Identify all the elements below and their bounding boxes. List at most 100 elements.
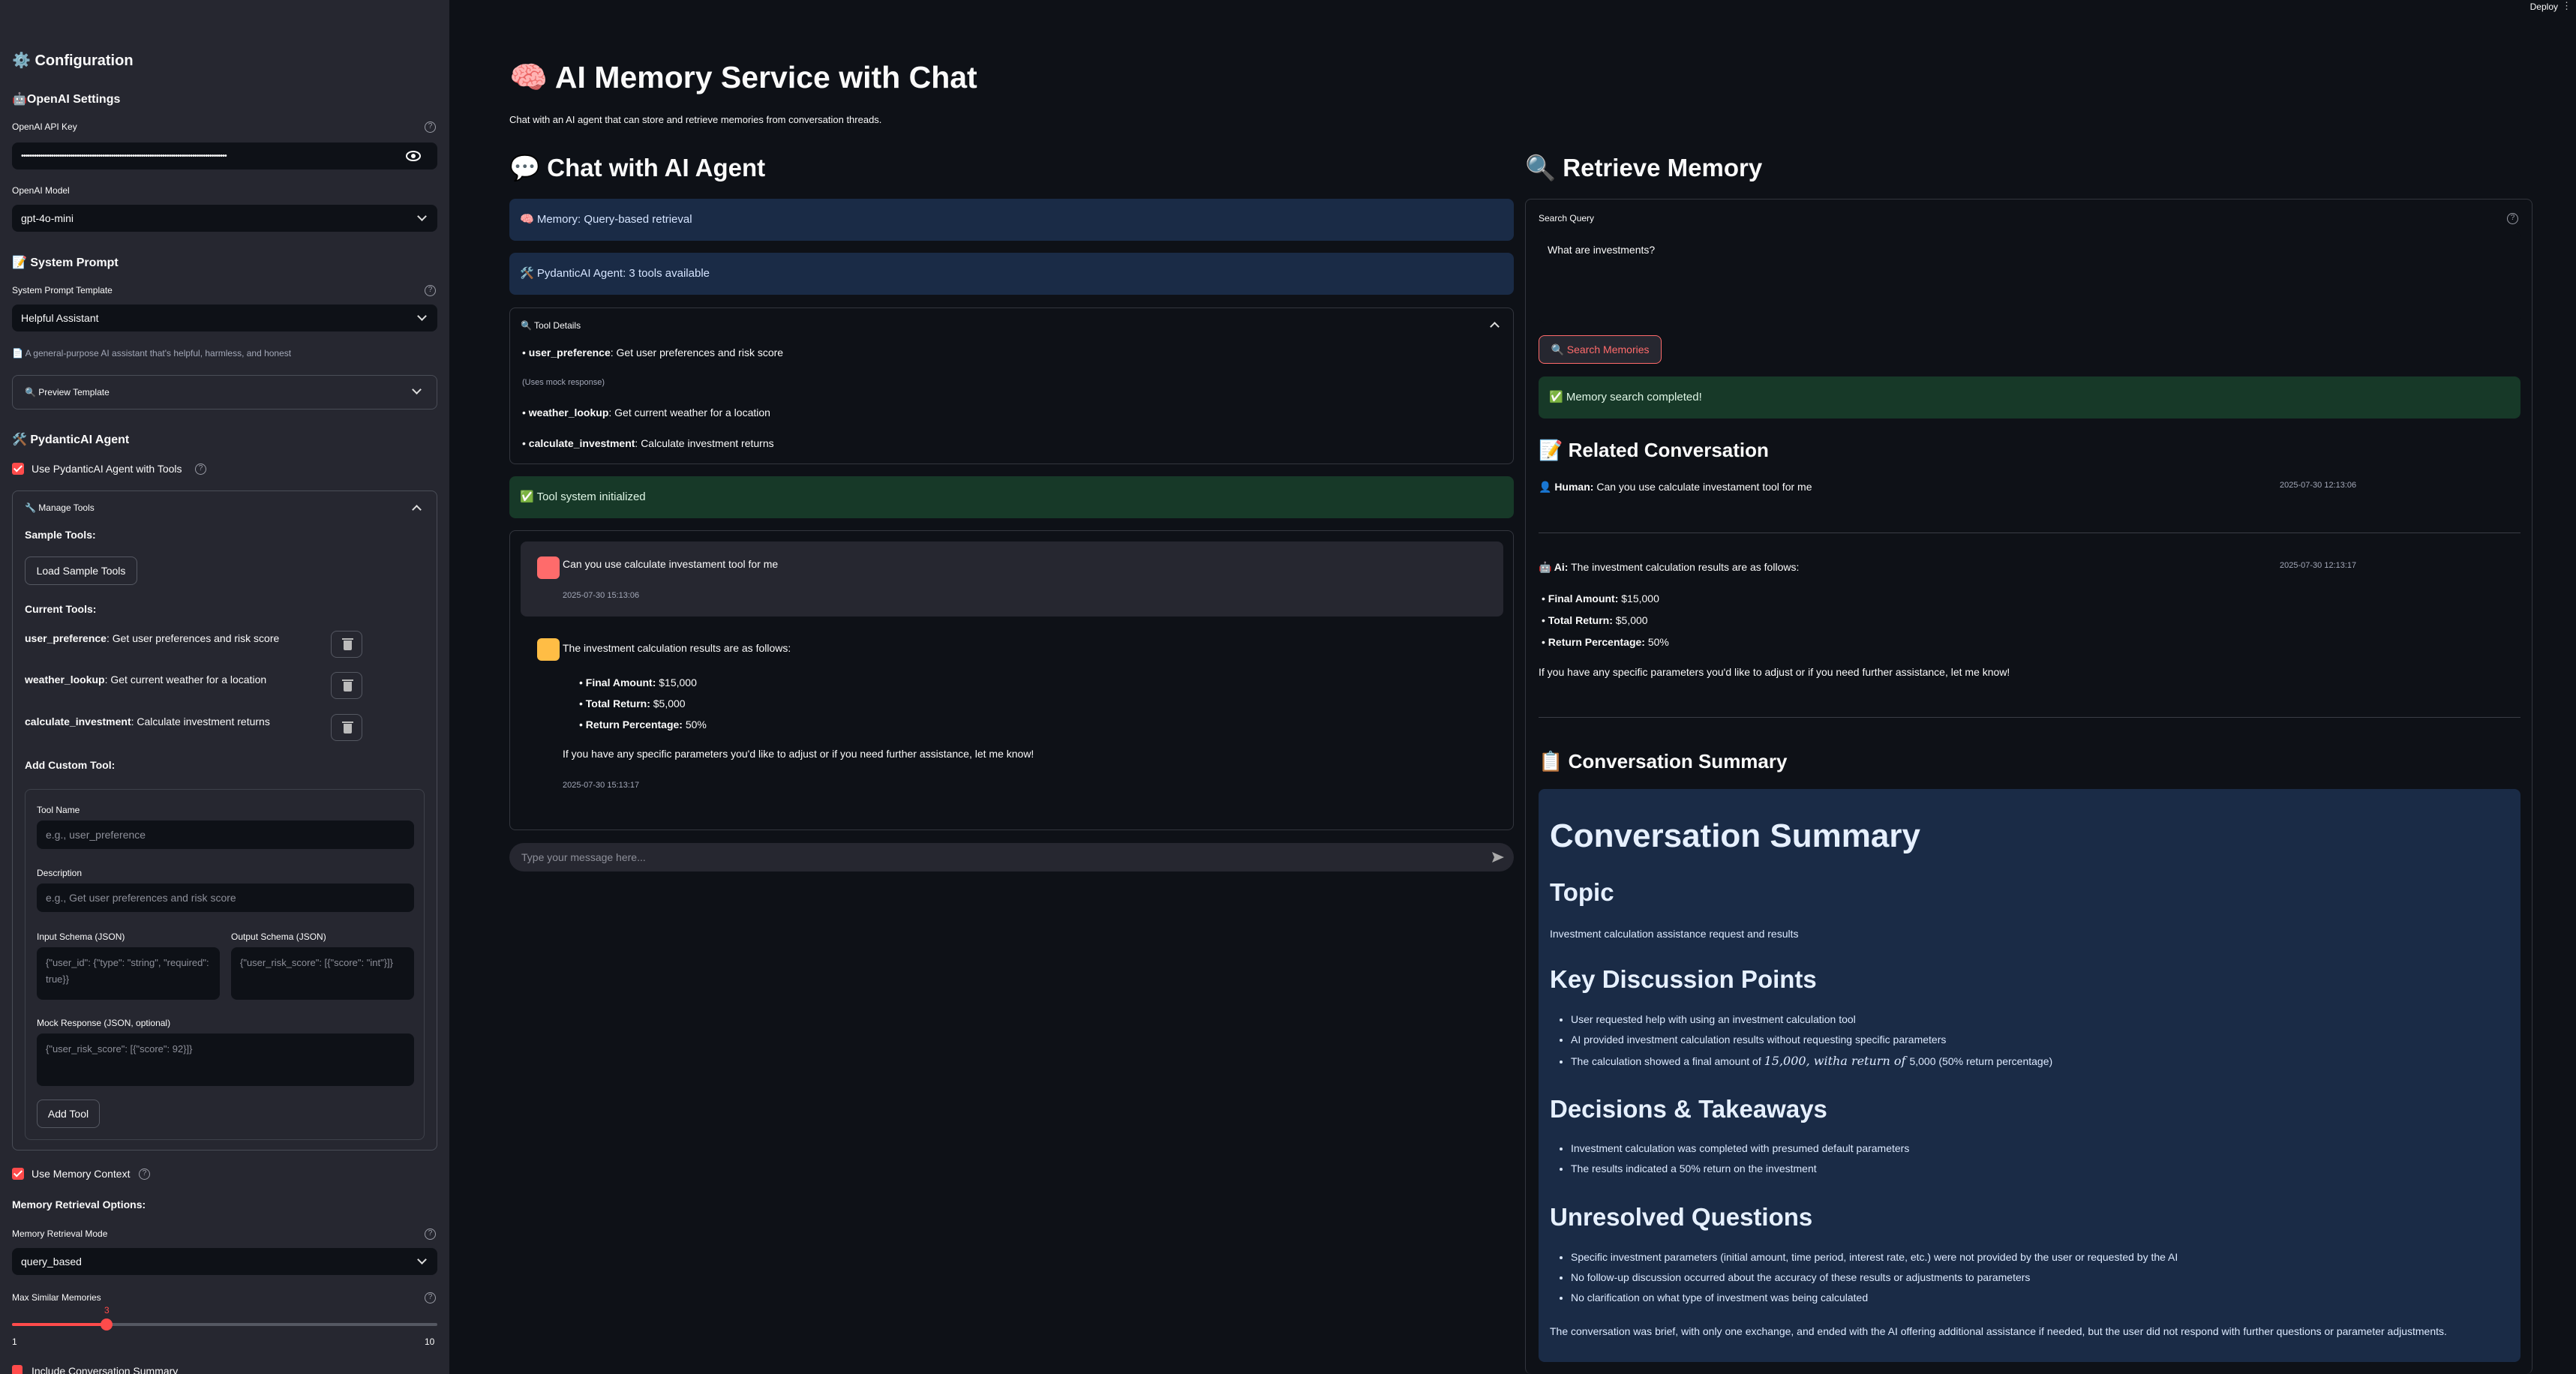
list-item: • Final Amount: $15,000 — [579, 676, 697, 688]
search-query-textarea[interactable]: What are investments? — [1539, 231, 2520, 322]
template-select[interactable]: Helpful Assistant — [12, 304, 437, 332]
help-icon[interactable]: ? — [425, 285, 436, 296]
ai-message-list: • Final Amount: $15,000 • Total Return: … — [579, 672, 707, 735]
delete-tool-button[interactable] — [331, 714, 362, 741]
chat-title: 💬 Chat with AI Agent — [509, 154, 766, 182]
manage-tools-label[interactable]: 🔧 Manage Tools — [25, 502, 95, 513]
unresolved-heading: Unresolved Questions — [1550, 1203, 1813, 1231]
topic-heading: Topic — [1550, 878, 1614, 906]
tool-item: weather_lookup: Get current weather for … — [25, 674, 267, 686]
load-sample-tools-button[interactable]: Load Sample Tools — [25, 556, 137, 585]
chat-input[interactable]: Type your message here... — [509, 843, 1514, 872]
list-item: The calculation showed a final amount of… — [1571, 1054, 2052, 1074]
slider-max: 10 — [425, 1336, 435, 1347]
tool-details-label[interactable]: 🔍 Tool Details — [521, 320, 581, 331]
chevron-down-icon — [412, 385, 422, 394]
main-area: Deploy ⋮ 🧠 AI Memory Service with Chat C… — [449, 0, 2576, 1374]
help-icon[interactable]: ? — [2507, 213, 2518, 224]
slider-thumb[interactable] — [101, 1318, 113, 1330]
template-description: 📄 A general-purpose AI assistant that's … — [12, 348, 292, 358]
search-status-box: ✅ Memory search completed! — [1539, 376, 2520, 418]
add-custom-tool-label: Add Custom Tool: — [25, 759, 116, 771]
ai-memory-list: • Final Amount: $15,000 • Total Return: … — [1542, 588, 1669, 653]
unresolved-list: Specific investment parameters (initial … — [1554, 1251, 2178, 1312]
chevron-up-icon[interactable] — [1490, 322, 1500, 332]
list-item: The results indicated a 50% return on th… — [1571, 1162, 1909, 1183]
search-memories-button[interactable]: 🔍 Search Memories — [1539, 335, 1662, 364]
send-icon[interactable] — [1491, 851, 1505, 863]
input-schema-textarea[interactable]: {"user_id": {"type": "string", "required… — [37, 947, 220, 1000]
list-item: • Return Percentage: 50% — [1542, 636, 1669, 648]
help-icon[interactable]: ? — [425, 1228, 436, 1240]
mock-response-label: Mock Response (JSON, optional) — [37, 1018, 171, 1028]
help-icon[interactable]: ? — [139, 1168, 150, 1180]
chat-input-placeholder: Type your message here... — [521, 851, 646, 863]
use-agent-label: Use PydanticAI Agent with Tools — [32, 463, 182, 475]
openai-settings-title: 🤖OpenAI Settings — [12, 93, 121, 106]
help-icon[interactable]: ? — [425, 122, 436, 133]
ai-message-intro: The investment calculation results are a… — [563, 642, 791, 654]
mock-response-textarea[interactable]: {"user_risk_score": [{"score": 92}]} — [37, 1034, 414, 1086]
list-item: Investment calculation was completed wit… — [1571, 1142, 1909, 1162]
mock-note: (Uses mock response) — [522, 378, 605, 387]
user-message: Can you use calculate investament tool f… — [521, 542, 1503, 616]
decisions-list: Investment calculation was completed wit… — [1554, 1142, 1909, 1183]
include-summary-checkbox[interactable] — [12, 1365, 23, 1374]
list-item: • Total Return: $5,000 — [579, 698, 686, 710]
description-label: Description — [37, 868, 83, 878]
points-heading: Key Discussion Points — [1550, 965, 1817, 993]
trash-icon — [342, 680, 353, 681]
output-schema-textarea[interactable]: {"user_risk_score": [{"score": "int"}]} — [231, 947, 414, 1000]
delete-tool-button[interactable] — [331, 672, 362, 699]
chevron-up-icon[interactable] — [412, 505, 422, 514]
preview-template-label: 🔍 Preview Template — [25, 387, 110, 398]
output-schema-label: Output Schema (JSON) — [231, 932, 326, 942]
ai-message-outro: If you have any specific parameters you'… — [563, 748, 1034, 760]
summary-title: Conversation Summary — [1550, 818, 1920, 854]
user-avatar-icon — [537, 556, 560, 579]
user-message-text: Can you use calculate investament tool f… — [563, 558, 779, 570]
human-memory: 👤 Human: Can you use calculate investame… — [1539, 481, 1812, 493]
summary-section-title: 📋 Conversation Summary — [1539, 750, 1788, 772]
add-tool-button[interactable]: Add Tool — [37, 1100, 100, 1128]
show-password-eye-icon[interactable] — [406, 150, 421, 162]
api-key-input[interactable]: ••••••••••••••••••••••••••••••••••••••••… — [12, 142, 437, 170]
use-memory-label: Use Memory Context — [32, 1168, 131, 1180]
related-conversation-title: 📝 Related Conversation — [1539, 439, 1769, 461]
use-agent-checkbox[interactable] — [12, 463, 24, 475]
page-title: 🧠 AI Memory Service with Chat — [509, 60, 977, 94]
delete-tool-button[interactable] — [331, 631, 362, 658]
tool-name-input[interactable]: e.g., user_preference — [37, 820, 414, 849]
divider — [1539, 532, 2520, 533]
use-memory-checkbox[interactable] — [12, 1168, 24, 1180]
deploy-button[interactable]: Deploy — [2530, 2, 2558, 12]
slider-fill — [12, 1323, 107, 1326]
preview-template-expander[interactable]: 🔍 Preview Template — [12, 375, 437, 410]
tool-item: calculate_investment: Calculate investme… — [25, 716, 270, 728]
template-label: System Prompt Template — [12, 285, 113, 296]
description-input[interactable]: e.g., Get user preferences and risk scor… — [37, 884, 414, 912]
list-item: AI provided investment calculation resul… — [1571, 1034, 2052, 1054]
manage-tools-expander: 🔧 Manage Tools Sample Tools: Load Sample… — [12, 490, 437, 1150]
sidebar: ⚙️ Configuration 🤖OpenAI Settings OpenAI… — [0, 0, 449, 1374]
agent-title: 🛠️ PydanticAI Agent — [12, 434, 130, 446]
slider-track[interactable]: 3 — [12, 1305, 437, 1330]
memory-options-label: Memory Retrieval Options: — [12, 1198, 146, 1210]
api-key-label: OpenAI API Key — [12, 122, 77, 132]
tool-detail-item: • weather_lookup: Get current weather fo… — [522, 406, 770, 418]
help-icon[interactable]: ? — [195, 464, 206, 475]
ai-memory: 🤖 Ai: The investment calculation results… — [1539, 561, 1800, 573]
ai-memory-time: 2025-07-30 12:13:17 — [2280, 561, 2357, 570]
current-tools-label: Current Tools: — [25, 603, 97, 615]
summary-closing: The conversation was brief, with only on… — [1550, 1325, 2447, 1337]
tool-detail-item: • user_preference: Get user preferences … — [522, 346, 784, 358]
help-icon[interactable]: ? — [425, 1292, 436, 1304]
list-item: • Return Percentage: 50% — [579, 718, 707, 730]
search-query-label: Search Query — [1539, 213, 1595, 224]
tool-item: user_preference: Get user preferences an… — [25, 632, 280, 644]
more-menu-icon[interactable]: ⋮ — [2562, 0, 2571, 12]
memory-mode-select[interactable]: query_based — [12, 1248, 437, 1275]
input-schema-label: Input Schema (JSON) — [37, 932, 125, 942]
list-item: • Total Return: $5,000 — [1542, 614, 1648, 626]
model-select[interactable]: gpt-4o-mini — [12, 205, 437, 232]
